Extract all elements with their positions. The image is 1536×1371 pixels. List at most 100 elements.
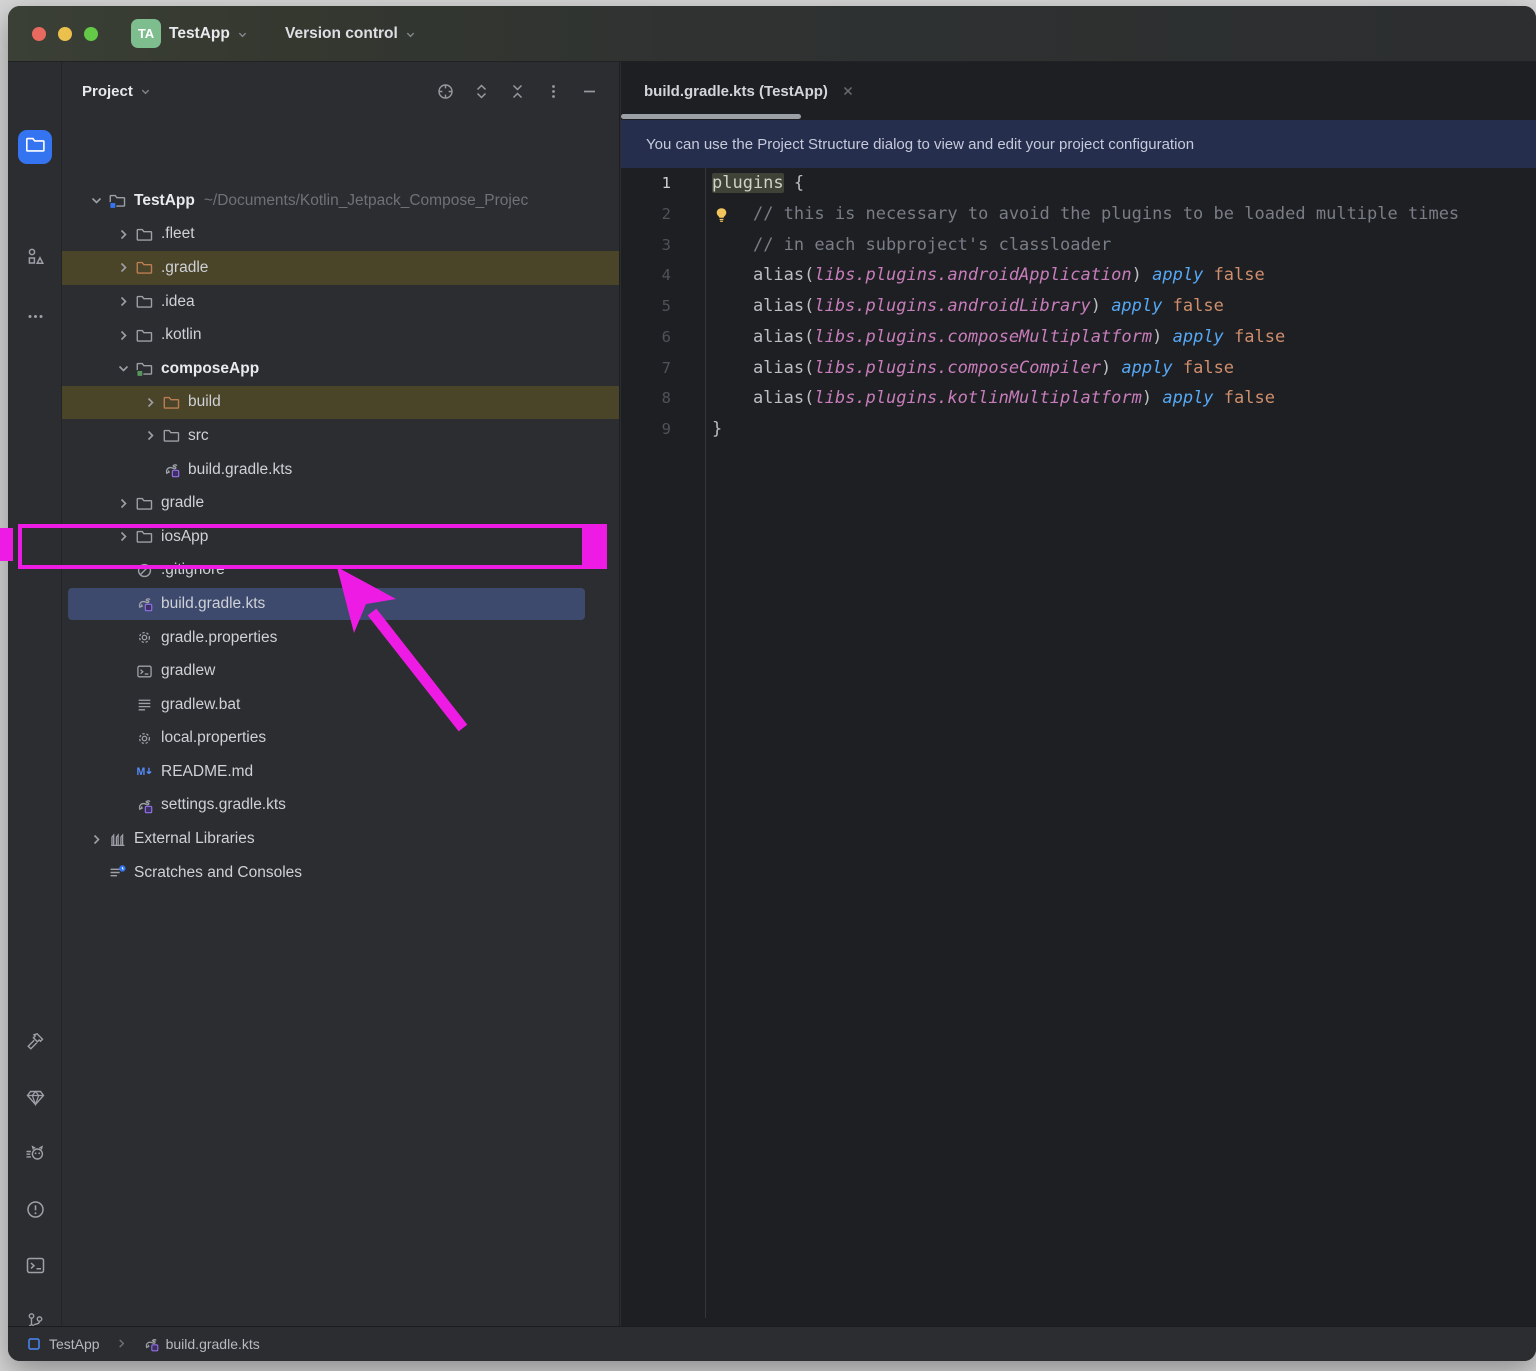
expand-all-icon[interactable]: [472, 82, 491, 101]
chevron-spacer: [112, 794, 134, 816]
gradle-file-icon: [143, 1336, 159, 1352]
zoom-window-button[interactable]: [84, 27, 98, 41]
tree-item-label: .gitignore: [161, 561, 225, 579]
tree-row-src[interactable]: src: [62, 419, 619, 453]
chevron-spacer: [112, 727, 134, 749]
line-number: 2: [621, 199, 705, 230]
close-tab-icon[interactable]: [841, 84, 855, 98]
line-number: 9: [621, 414, 705, 445]
active-tab-indicator: [621, 114, 801, 119]
tree-row-build-gradle-kts[interactable]: build.gradle.kts: [62, 453, 619, 487]
project-panel-header: Project: [62, 62, 619, 120]
project-view-selector[interactable]: Project: [82, 83, 151, 100]
folder-icon: [134, 293, 154, 311]
tree-row-external-libraries[interactable]: External Libraries: [62, 822, 619, 856]
chevron-right-icon[interactable]: [139, 425, 161, 447]
module-folder-icon: [134, 360, 154, 378]
editor-tab-bar: build.gradle.kts (TestApp): [621, 62, 1536, 120]
folder-icon: [134, 326, 154, 344]
folder-icon: [134, 528, 154, 546]
code-line-9: 9}: [621, 414, 1536, 445]
tree-row-composeapp[interactable]: composeApp: [62, 352, 619, 386]
structure-tool-icon: [25, 246, 46, 272]
tree-row--gradle[interactable]: .gradle: [62, 251, 619, 285]
code-editor[interactable]: 1plugins {2 // this is necessary to avoi…: [621, 168, 1536, 1326]
tree-row-readme-md[interactable]: MREADME.md: [62, 755, 619, 789]
tool-button-problems[interactable]: [18, 1195, 52, 1229]
tool-button-project-folder-tool[interactable]: [18, 130, 52, 164]
activity-bar: [8, 62, 62, 1326]
tree-item-label: .gradle: [161, 259, 208, 277]
tree-item-label: build.gradle.kts: [161, 595, 265, 613]
chevron-right-icon[interactable]: [112, 223, 134, 245]
chevron-right-icon[interactable]: [112, 291, 134, 313]
tree-item-label: gradle.properties: [161, 629, 277, 647]
tree-item-label: Scratches and Consoles: [134, 864, 302, 882]
close-window-button[interactable]: [32, 27, 46, 41]
tree-row-settings-gradle-kts[interactable]: settings.gradle.kts: [62, 789, 619, 823]
breadcrumb-item-testapp[interactable]: TestApp: [26, 1336, 100, 1352]
build-hammer-icon: [25, 1031, 46, 1057]
tool-button-dependencies-gem[interactable]: [18, 1083, 52, 1117]
line-number: 3: [621, 230, 705, 261]
chevron-right-icon[interactable]: [112, 257, 134, 279]
status-bar: TestApp build.gradle.kts: [8, 1326, 1536, 1361]
tree-row-scratches-and-consoles[interactable]: Scratches and Consoles: [62, 856, 619, 890]
project-file-tree: TestApp~/Documents/Kotlin_Jetpack_Compos…: [62, 184, 619, 889]
gear-file-icon: [134, 629, 154, 647]
ide-window: TA TestApp Version control Project TestA…: [8, 6, 1536, 1361]
tool-button-terminal[interactable]: [18, 1251, 52, 1285]
line-number: 4: [621, 260, 705, 291]
hide-panel-icon[interactable]: [580, 82, 599, 101]
chevron-down-icon[interactable]: [112, 358, 134, 380]
version-control-menu[interactable]: Version control: [285, 6, 416, 62]
tree-row--fleet[interactable]: .fleet: [62, 218, 619, 252]
tab-build-gradle-kts[interactable]: build.gradle.kts (TestApp): [635, 62, 855, 120]
intention-bulb-icon[interactable]: [712, 205, 731, 224]
tree-row-testapp[interactable]: TestApp~/Documents/Kotlin_Jetpack_Compos…: [62, 184, 619, 218]
folder-icon: [134, 494, 154, 512]
code-line-3: 3 // in each subproject's classloader: [621, 230, 1536, 261]
tree-row-iosapp[interactable]: iosApp: [62, 520, 619, 554]
locate-file-icon[interactable]: [436, 82, 455, 101]
project-switcher-menu[interactable]: TestApp: [169, 6, 248, 62]
line-number: 6: [621, 322, 705, 353]
options-kebab-icon[interactable]: [544, 82, 563, 101]
code-line-2: 2 // this is necessary to avoid the plug…: [621, 199, 1536, 230]
tree-row-build-gradle-kts[interactable]: build.gradle.kts: [62, 587, 619, 621]
gradle-file-icon: [161, 461, 181, 479]
tree-row--gitignore[interactable]: .gitignore: [62, 554, 619, 588]
chevron-right-icon[interactable]: [112, 526, 134, 548]
minimize-window-button[interactable]: [58, 27, 72, 41]
chevron-right-icon[interactable]: [112, 324, 134, 346]
breadcrumb-item-build-gradle-kts[interactable]: build.gradle.kts: [143, 1336, 260, 1352]
tree-row-local-properties[interactable]: local.properties: [62, 722, 619, 756]
tree-row-gradle-properties[interactable]: gradle.properties: [62, 621, 619, 655]
project-avatar: TA: [131, 19, 161, 48]
chevron-spacer: [112, 593, 134, 615]
tool-button-profiler-cat[interactable]: [18, 1139, 52, 1173]
code-line-5: 5 alias(libs.plugins.androidLibrary) app…: [621, 291, 1536, 322]
chevron-down-icon[interactable]: [85, 190, 107, 212]
tree-item-label: src: [188, 427, 209, 445]
folder-icon: [134, 225, 154, 243]
chevron-right-icon[interactable]: [112, 492, 134, 514]
console-file-icon: [134, 662, 154, 680]
tree-row--idea[interactable]: .idea: [62, 285, 619, 319]
collapse-all-icon[interactable]: [508, 82, 527, 101]
text-file-icon: [134, 696, 154, 714]
tree-row-gradlew[interactable]: gradlew: [62, 654, 619, 688]
chevron-right-icon[interactable]: [85, 828, 107, 850]
chevron-right-icon[interactable]: [139, 391, 161, 413]
tree-row-build[interactable]: build: [62, 386, 619, 420]
tree-row-gradlew-bat[interactable]: gradlew.bat: [62, 688, 619, 722]
tree-row--kotlin[interactable]: .kotlin: [62, 318, 619, 352]
tool-button-build-hammer[interactable]: [18, 1027, 52, 1061]
banner-text: You can use the Project Structure dialog…: [646, 136, 1194, 153]
profiler-cat-icon: [25, 1143, 46, 1169]
tool-button-structure-tool[interactable]: [18, 242, 52, 276]
chevron-spacer: [139, 459, 161, 481]
tool-button-more-tools[interactable]: [18, 302, 52, 336]
tree-row-gradle[interactable]: gradle: [62, 486, 619, 520]
tree-item-label: composeApp: [161, 360, 259, 378]
